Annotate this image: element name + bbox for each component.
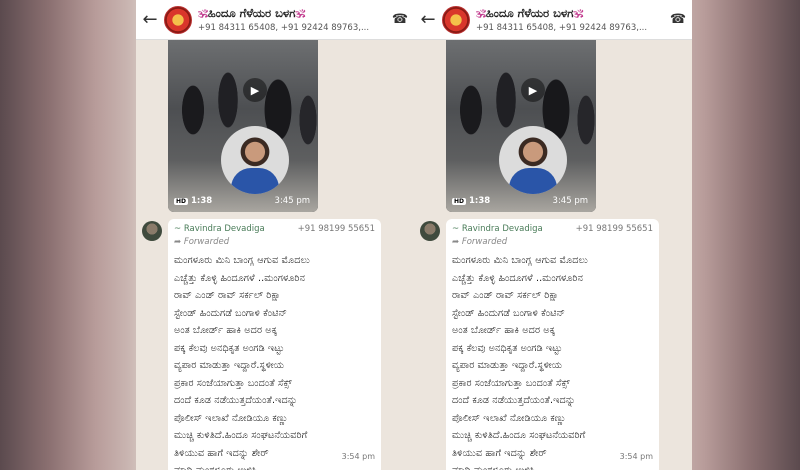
play-icon[interactable]: ▶	[243, 78, 267, 102]
message-text: ಮಂಗಳೂರು ಮಿನಿ ಬಾಂಗ್ಲ ಆಗುವ ಮೊದಲು ಎಚ್ಚೆತ್ತು…	[452, 255, 588, 470]
group-avatar[interactable]	[164, 5, 192, 34]
group-info[interactable]: 🕉ಹಿಂದೂ ಗೆಳೆಯರ ಬಳಗ🕉 +91 84311 65408, +91 …	[198, 6, 386, 33]
group-avatar[interactable]	[442, 5, 470, 34]
call-add-icon[interactable]: ☎	[386, 0, 414, 40]
play-icon[interactable]: ▶	[521, 78, 545, 102]
chat-header: ← 🕉ಹಿಂದೂ ಗೆಳೆಯರ ಬಳಗ🕉 +91 84311 65408, +9…	[414, 0, 692, 40]
sender-line: ~ Ravindra Devadiga +91 98199 55651	[174, 224, 375, 234]
back-arrow-icon[interactable]: ←	[136, 0, 164, 40]
group-members: +91 84311 65408, +91 92424 89763,...	[198, 23, 370, 33]
sender-avatar[interactable]	[142, 221, 162, 241]
face-overlay-image	[499, 126, 567, 194]
sender-name[interactable]: ~ Ravindra Devadiga	[174, 224, 265, 234]
message-bubble[interactable]: ~ Ravindra Devadiga +91 98199 55651 ➦ Fo…	[446, 219, 659, 470]
om-icon: 🕉	[295, 7, 306, 20]
call-add-icon[interactable]: ☎	[664, 0, 692, 40]
sender-name[interactable]: ~ Ravindra Devadiga	[452, 224, 543, 234]
chat-header: ← 🕉ಹಿಂದೂ ಗೆಳೆಯರ ಬಳಗ🕉 +91 84311 65408, +9…	[136, 0, 414, 40]
face-overlay-image	[221, 126, 289, 194]
video-timestamp: 3:45 pm	[552, 196, 588, 206]
sender-phone: +91 98199 55651	[297, 224, 375, 234]
hd-badge: HD	[174, 197, 189, 205]
sender-phone: +91 98199 55651	[575, 224, 653, 234]
video-timestamp: 3:45 pm	[274, 196, 310, 206]
sender-line: ~ Ravindra Devadiga +91 98199 55651	[452, 224, 653, 234]
group-info[interactable]: 🕉ಹಿಂದೂ ಗೆಳೆಯರ ಬಳಗ🕉 +91 84311 65408, +91 …	[476, 6, 664, 33]
forward-icon: ➦	[452, 237, 460, 247]
group-members: +91 84311 65408, +91 92424 89763,...	[476, 23, 648, 33]
forward-icon: ➦	[174, 237, 182, 247]
chat-screen-left: ← 🕉ಹಿಂದೂ ಗೆಳೆಯರ ಬಳಗ🕉 +91 84311 65408, +9…	[136, 0, 414, 470]
message-text: ಮಂಗಳೂರು ಮಿನಿ ಬಾಂಗ್ಲ ಆಗುವ ಮೊದಲು ಎಚ್ಚೆತ್ತು…	[174, 255, 310, 470]
group-name: 🕉ಹಿಂದೂ ಗೆಳೆಯರ ಬಳಗ🕉	[198, 6, 306, 20]
message-bubble[interactable]: ~ Ravindra Devadiga +91 98199 55651 ➦ Fo…	[168, 219, 381, 470]
forwarded-label: ➦ Forwarded	[452, 237, 508, 247]
om-icon: 🕉	[476, 7, 486, 20]
om-icon: 🕉	[198, 7, 208, 20]
om-icon: 🕉	[573, 7, 584, 20]
hd-badge: HD	[452, 197, 467, 205]
video-duration: HD 1:38	[452, 196, 491, 206]
video-message[interactable]: ▶ HD 1:38 3:45 pm	[168, 40, 318, 212]
sender-avatar[interactable]	[420, 221, 440, 241]
chat-screen-right: ← 🕉ಹಿಂದೂ ಗೆಳೆಯರ ಬಳಗ🕉 +91 84311 65408, +9…	[414, 0, 692, 470]
forwarded-label: ➦ Forwarded	[174, 237, 230, 247]
message-timestamp: 3:54 pm	[619, 452, 653, 461]
video-message[interactable]: ▶ HD 1:38 3:45 pm	[446, 40, 596, 212]
back-arrow-icon[interactable]: ←	[414, 0, 442, 40]
group-name: 🕉ಹಿಂದೂ ಗೆಳೆಯರ ಬಳಗ🕉	[476, 6, 584, 20]
message-timestamp: 3:54 pm	[341, 452, 375, 461]
video-duration: HD 1:38	[174, 196, 213, 206]
